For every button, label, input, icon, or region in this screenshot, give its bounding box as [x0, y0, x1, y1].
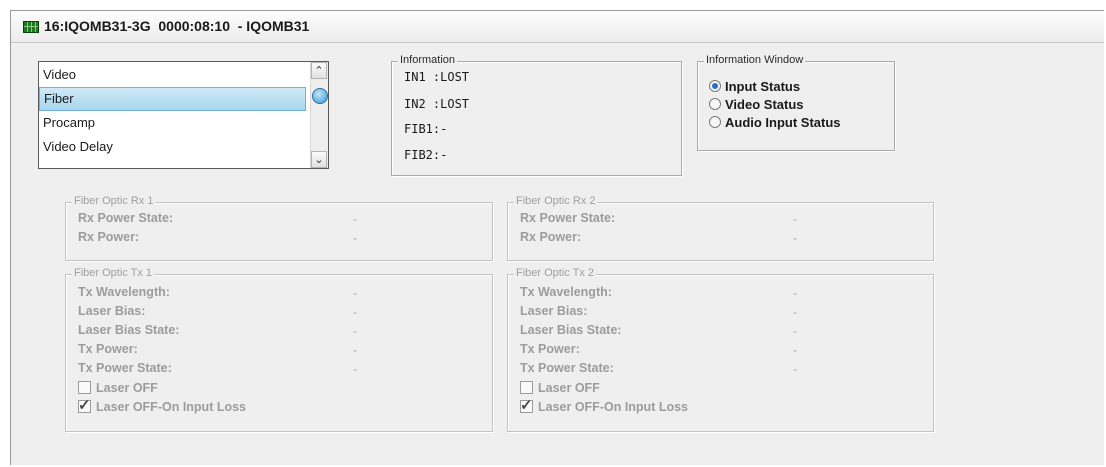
tx2-laser-off-checkbox[interactable]: Laser OFF: [520, 381, 600, 395]
rx2-group: Fiber Optic Rx 2 Rx Power State: - Rx Po…: [507, 195, 934, 261]
radio-input-status[interactable]: Input Status: [709, 79, 800, 94]
info-line-fib1: FIB1:-: [404, 122, 448, 136]
window-title: 16:IQOMB31-3G 0000:08:10 - IQOMB31: [44, 18, 310, 34]
tx2-wavelength-label: Tx Wavelength:: [520, 285, 612, 299]
rx2-power-label: Rx Power:: [520, 230, 582, 244]
radio-selected-icon[interactable]: [709, 80, 721, 92]
scroll-up-icon[interactable]: ⌃: [311, 62, 327, 79]
tx2-group: Fiber Optic Tx 2 Tx Wavelength: - Laser …: [507, 267, 934, 432]
tx1-power-label: Tx Power:: [78, 342, 138, 356]
list-scrollbar[interactable]: ⌃ ⌄: [310, 62, 328, 168]
scroll-down-icon[interactable]: ⌄: [311, 151, 327, 168]
rx1-power-label: Rx Power:: [78, 230, 140, 244]
info-line-in1: IN1 :LOST: [404, 70, 470, 84]
radio-video-status[interactable]: Video Status: [709, 97, 804, 112]
information-window-group: Information Window Input Status Video St…: [697, 54, 895, 151]
tx2-laser-bias-state-value: -: [793, 324, 797, 338]
tx1-laser-bias-label: Laser Bias:: [78, 304, 146, 318]
tx1-title: Fiber Optic Tx 1: [72, 267, 155, 279]
checkbox-checked-icon[interactable]: [520, 396, 533, 414]
radio-icon[interactable]: [709, 116, 721, 128]
tx2-power-state-value: -: [793, 362, 797, 376]
rx2-title: Fiber Optic Rx 2: [514, 195, 598, 207]
tx2-power-label: Tx Power:: [520, 342, 580, 356]
tx1-laser-bias-value: -: [353, 305, 357, 319]
card-icon: [23, 21, 39, 33]
rx1-power-value: -: [353, 231, 357, 245]
rx2-power-state-value: -: [793, 212, 797, 226]
rx1-title: Fiber Optic Rx 1: [72, 195, 156, 207]
tx2-wavelength-value: -: [793, 286, 797, 300]
checkbox-checked-icon[interactable]: [78, 396, 91, 414]
title-bar: 16:IQOMB31-3G 0000:08:10 - IQOMB31: [11, 11, 1104, 43]
info-line-in2: IN2 :LOST: [404, 97, 470, 111]
rx2-power-value: -: [793, 231, 797, 245]
list-item-procamp[interactable]: Procamp: [39, 111, 306, 135]
tx2-laser-bias-value: -: [793, 305, 797, 319]
information-title: Information: [398, 54, 458, 66]
info-line-fib2: FIB2:-: [404, 148, 448, 162]
tx1-laser-off-checkbox[interactable]: Laser OFF: [78, 381, 158, 395]
information-group: Information IN1 :LOST IN2 :LOST FIB1:- F…: [391, 54, 682, 176]
checkbox-unchecked-icon[interactable]: [78, 381, 91, 394]
rx1-power-state-value: -: [353, 212, 357, 226]
menu-listbox[interactable]: Video Fiber Procamp Video Delay ⌃ ⌄: [38, 61, 329, 169]
tx1-power-value: -: [353, 343, 357, 357]
rx2-power-state-label: Rx Power State:: [520, 211, 616, 225]
information-window-title: Information Window: [704, 54, 806, 66]
tx1-laser-bias-state-label: Laser Bias State:: [78, 323, 180, 337]
tx1-wavelength-label: Tx Wavelength:: [78, 285, 170, 299]
rx1-power-state-label: Rx Power State:: [78, 211, 174, 225]
tx2-laser-bias-label: Laser Bias:: [520, 304, 588, 318]
tx2-power-state-label: Tx Power State:: [520, 361, 614, 375]
tx2-title: Fiber Optic Tx 2: [514, 267, 597, 279]
tx2-power-value: -: [793, 343, 797, 357]
tx1-laser-bias-state-value: -: [353, 324, 357, 338]
rx1-group: Fiber Optic Rx 1 Rx Power State: - Rx Po…: [65, 195, 493, 261]
tx2-laser-bias-state-label: Laser Bias State:: [520, 323, 622, 337]
radio-audio-input-status[interactable]: Audio Input Status: [709, 115, 841, 130]
scroll-thumb[interactable]: [312, 88, 328, 104]
tx1-power-state-label: Tx Power State:: [78, 361, 172, 375]
tx2-laser-off-input-loss-checkbox[interactable]: Laser OFF-On Input Loss: [520, 396, 688, 414]
tx1-laser-off-input-loss-checkbox[interactable]: Laser OFF-On Input Loss: [78, 396, 246, 414]
list-item-video[interactable]: Video: [39, 63, 306, 87]
tx1-group: Fiber Optic Tx 1 Tx Wavelength: - Laser …: [65, 267, 493, 432]
checkbox-unchecked-icon[interactable]: [520, 381, 533, 394]
tx1-power-state-value: -: [353, 362, 357, 376]
list-item-fiber[interactable]: Fiber: [39, 87, 306, 111]
card-window: 16:IQOMB31-3G 0000:08:10 - IQOMB31 Video…: [10, 10, 1104, 465]
list-item-video-delay[interactable]: Video Delay: [39, 135, 306, 159]
radio-icon[interactable]: [709, 98, 721, 110]
tx1-wavelength-value: -: [353, 286, 357, 300]
